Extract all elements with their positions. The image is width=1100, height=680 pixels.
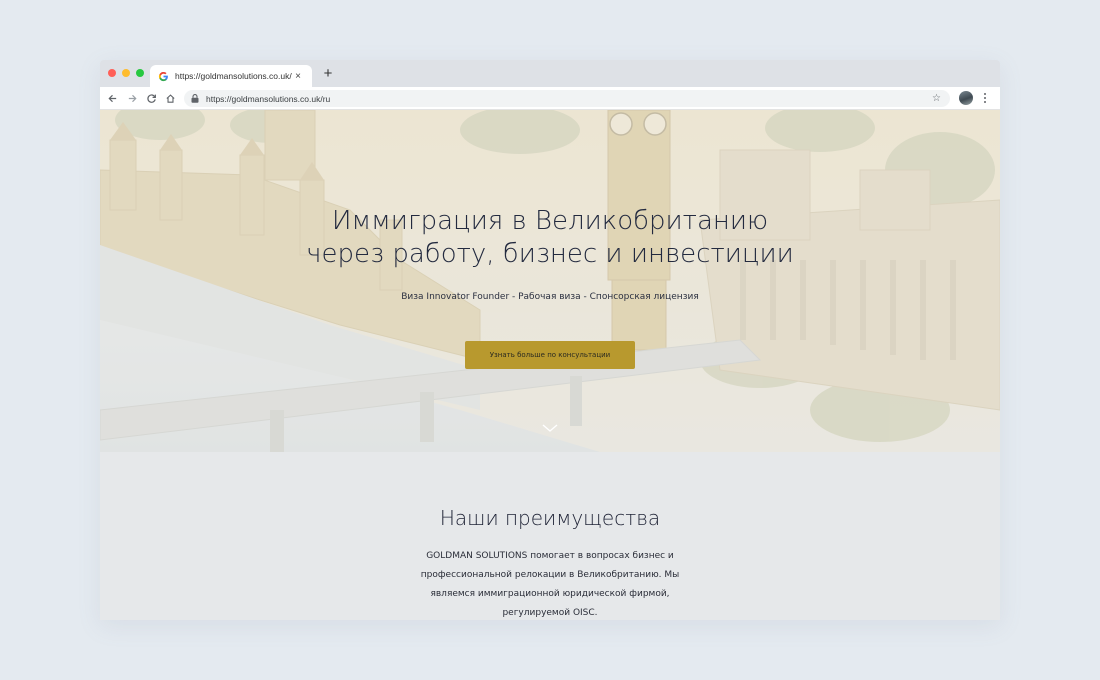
tab-strip: https://goldmansolutions.co.uk/ru × + [100,60,1000,87]
hero-overlay [100,110,1000,452]
close-tab-icon[interactable]: × [292,71,304,82]
hero-subtitle: Виза Innovator Founder - Рабочая виза - … [401,292,699,302]
hero-title-line-2: через работу, бизнес и инвестиции [306,239,794,269]
back-arrow-icon[interactable] [104,90,120,106]
lock-icon [191,94,200,103]
hero-title: Иммиграция в Великобританию через работу… [250,205,850,271]
window-controls [108,69,144,77]
address-bar[interactable]: https://goldmansolutions.co.uk/ru [184,90,950,107]
star-icon[interactable]: ☆ [932,90,941,107]
advantages-text-line-2: профессиональной релокации в Великобрита… [420,570,680,580]
reload-icon[interactable] [143,90,159,106]
forward-arrow-icon[interactable] [124,90,140,106]
advantages-text: GOLDMAN SOLUTIONS помогает в вопросах би… [400,547,700,620]
chevron-down-icon[interactable] [541,421,559,433]
home-icon[interactable] [162,90,178,106]
close-window-button[interactable] [108,69,116,77]
advantages-text-line-1: GOLDMAN SOLUTIONS помогает в вопросах би… [426,551,674,561]
avatar[interactable] [959,91,973,105]
browser-window: https://goldmansolutions.co.uk/ru × + ht… [100,60,1000,620]
browser-toolbar: https://goldmansolutions.co.uk/ru ☆ [100,87,1000,110]
advantages-section: Наши преимущества GOLDMAN SOLUTIONS помо… [100,452,1000,620]
url-text: https://goldmansolutions.co.uk/ru [206,93,331,104]
browser-tab[interactable]: https://goldmansolutions.co.uk/ru × [150,65,312,87]
maximize-window-button[interactable] [136,69,144,77]
advantages-text-line-4: регулируемой OISC. [502,608,598,618]
hero-title-line-1: Иммиграция в Великобританию [331,206,769,236]
more-vertical-icon[interactable] [982,91,988,105]
advantages-text-line-3: являемся иммиграционной юридической фирм… [430,589,670,599]
consultation-button[interactable]: Узнать больше по консультации [465,341,635,369]
google-icon [158,71,169,82]
new-tab-button[interactable]: + [320,65,336,83]
minimize-window-button[interactable] [122,69,130,77]
hero-section: Иммиграция в Великобританию через работу… [100,110,1000,452]
tab-title: https://goldmansolutions.co.uk/ru [175,71,292,81]
advantages-title: Наши преимущества [439,506,661,530]
